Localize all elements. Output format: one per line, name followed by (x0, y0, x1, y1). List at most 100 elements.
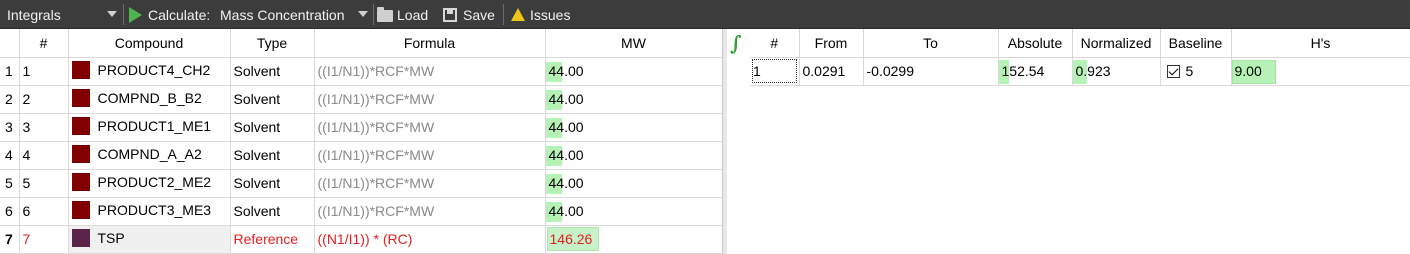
view-selector[interactable]: Integrals (3, 2, 119, 27)
compound-number: 7 (22, 231, 31, 247)
compound-number-cell[interactable]: 5 (19, 169, 69, 198)
row-header[interactable]: 7 (0, 225, 20, 254)
integral-baseline-cell[interactable]: 5 (1160, 57, 1232, 86)
compound-formula-cell[interactable]: ((I1/N1))*RCF*MW (314, 141, 546, 170)
compound-color-swatch[interactable] (71, 173, 90, 192)
row-header[interactable]: 1 (0, 57, 20, 86)
checkbox-checked-icon[interactable] (1166, 64, 1180, 78)
compound-name-cell[interactable]: COMPND_A_A2 (68, 141, 231, 170)
table-row[interactable]: 6 6 PRODUCT3_ME3 Solvent ((I1/N1))*RCF*MW 44.… (0, 197, 723, 226)
integral-normalized-cell[interactable]: 0.923 (1072, 57, 1161, 86)
compound-color-swatch[interactable] (71, 61, 90, 80)
compound-name-cell[interactable]: TSP (68, 225, 231, 254)
row-header[interactable]: 2 (0, 85, 20, 114)
compound-number-cell[interactable]: 3 (19, 113, 69, 142)
column-header-number[interactable]: # (19, 29, 69, 58)
row-header[interactable]: 5 (0, 169, 20, 198)
column-header-to[interactable]: To (863, 29, 999, 58)
column-header-baseline[interactable]: Baseline (1160, 29, 1232, 58)
compound-number: 1 (22, 63, 31, 79)
compound-type: Solvent (233, 203, 281, 219)
table-row[interactable]: 7 7 TSP Reference ((N1/I1)) * (RC) 146.26 (0, 225, 723, 254)
compound-mw-cell[interactable]: 44.00 (545, 197, 723, 226)
compound-mw-cell[interactable]: 44.00 (545, 169, 723, 198)
column-header-from[interactable]: From (799, 29, 864, 58)
table-row[interactable]: 1 1 PRODUCT4_CH2 Solvent ((I1/N1))*RCF*MW 44.… (0, 57, 723, 86)
compound-number-cell[interactable]: 7 (19, 225, 69, 254)
column-header-mw[interactable]: MW (545, 29, 723, 58)
compound-color-swatch[interactable] (71, 201, 90, 220)
calculate-label: Calculate: (148, 6, 211, 23)
compound-type-cell[interactable]: Solvent (230, 113, 315, 142)
integral-icon[interactable]: ∫ (730, 31, 742, 55)
compound-formula-cell[interactable]: ((I1/N1))*RCF*MW (314, 197, 546, 226)
compound-formula-cell[interactable]: ((I1/N1))*RCF*MW (314, 57, 546, 86)
row-header[interactable]: 4 (0, 141, 20, 170)
column-header-normalized[interactable]: Normalized (1072, 29, 1161, 58)
compound-color-swatch[interactable] (71, 229, 90, 248)
compound-mw-cell[interactable]: 44.00 (545, 85, 723, 114)
load-button[interactable]: Load (377, 0, 428, 29)
load-label: Load (397, 6, 429, 23)
compound-type-cell[interactable]: Solvent (230, 169, 315, 198)
compound-number: 2 (22, 91, 31, 107)
table-row[interactable]: 5 5 PRODUCT2_ME2 Solvent ((I1/N1))*RCF*MW 44.… (0, 169, 723, 198)
compound-color-swatch[interactable] (71, 145, 90, 164)
compound-formula-cell[interactable]: ((I1/N1))*RCF*MW (314, 85, 546, 114)
compound-mw-cell[interactable]: 146.26 (545, 225, 723, 254)
compound-name: PRODUCT4_CH2 (97, 61, 211, 78)
integral-number-cell[interactable]: 1 (750, 57, 800, 86)
row-header-label: 3 (5, 119, 13, 135)
column-header-type[interactable]: Type (230, 29, 315, 58)
compound-number: 6 (22, 203, 31, 219)
column-header-absolute[interactable]: Absolute (998, 29, 1073, 58)
compound-type-cell[interactable]: Solvent (230, 57, 315, 86)
save-icon (443, 7, 457, 22)
table-row[interactable]: 2 2 COMPND_B_B2 Solvent ((I1/N1))*RCF*MW 44.0… (0, 85, 723, 114)
row-header[interactable]: 3 (0, 113, 20, 142)
compound-number-cell[interactable]: 2 (19, 85, 69, 114)
calculate-mode-label: Mass Concentration (220, 6, 345, 23)
integral-from-cell[interactable]: 0.0291 (799, 57, 864, 86)
compound-name-cell[interactable]: PRODUCT2_ME2 (68, 169, 231, 198)
compound-type-cell[interactable]: Solvent (230, 141, 315, 170)
issues-button[interactable]: Issues (511, 0, 570, 29)
integral-baseline: 5 (1185, 63, 1194, 79)
compound-name-cell[interactable]: PRODUCT3_ME3 (68, 197, 231, 226)
row-header-label: 2 (5, 91, 13, 107)
row-header[interactable]: 6 (0, 197, 20, 226)
compound-mw-cell[interactable]: 44.00 (545, 141, 723, 170)
compound-mw-cell[interactable]: 44.00 (545, 113, 723, 142)
calculate-mode-select[interactable]: Mass Concentration (216, 2, 370, 27)
compound-color-swatch[interactable] (71, 89, 90, 108)
compound-mw-cell[interactable]: 44.00 (545, 57, 723, 86)
save-button[interactable]: Save (443, 0, 495, 29)
compound-number-cell[interactable]: 4 (19, 141, 69, 170)
compound-color-swatch[interactable] (71, 117, 90, 136)
compound-formula-cell[interactable]: ((N1/I1)) * (RC) (314, 225, 546, 254)
compound-number-cell[interactable]: 6 (19, 197, 69, 226)
integral-to-cell[interactable]: -0.0299 (863, 57, 999, 86)
toolbar: Integrals Calculate: Mass Concentration … (0, 0, 1410, 29)
compound-type-cell[interactable]: Solvent (230, 197, 315, 226)
compound-number-cell[interactable]: 1 (19, 57, 69, 86)
table-row[interactable]: 4 4 COMPND_A_A2 Solvent ((I1/N1))*RCF*MW 44.0… (0, 141, 723, 170)
compound-formula-cell[interactable]: ((I1/N1))*RCF*MW (314, 169, 546, 198)
compound-type-cell[interactable]: Reference (230, 225, 315, 254)
compound-formula-cell[interactable]: ((I1/N1))*RCF*MW (314, 113, 546, 142)
integral-absolute-cell[interactable]: 152.54 (998, 57, 1073, 86)
column-header-formula[interactable]: Formula (314, 29, 546, 58)
panel-splitter[interactable] (722, 29, 727, 254)
table-row[interactable]: 1 0.0291 -0.0299 152.54 0.923 5 9.00 (750, 57, 1410, 86)
compound-type-cell[interactable]: Solvent (230, 85, 315, 114)
table-row[interactable]: 3 3 PRODUCT1_ME1 Solvent ((I1/N1))*RCF*MW 44.… (0, 113, 723, 142)
integral-hs-cell[interactable]: 9.00 (1231, 57, 1410, 86)
calculate-button[interactable]: Calculate: (129, 0, 210, 29)
column-header-number[interactable]: # (750, 29, 800, 58)
compound-name-cell[interactable]: COMPND_B_B2 (68, 85, 231, 114)
save-label: Save (463, 6, 495, 23)
column-header-compound[interactable]: Compound (68, 29, 231, 58)
compound-name-cell[interactable]: PRODUCT4_CH2 (68, 57, 231, 86)
column-header-hs[interactable]: H's (1231, 29, 1410, 58)
compound-name-cell[interactable]: PRODUCT1_ME1 (68, 113, 231, 142)
